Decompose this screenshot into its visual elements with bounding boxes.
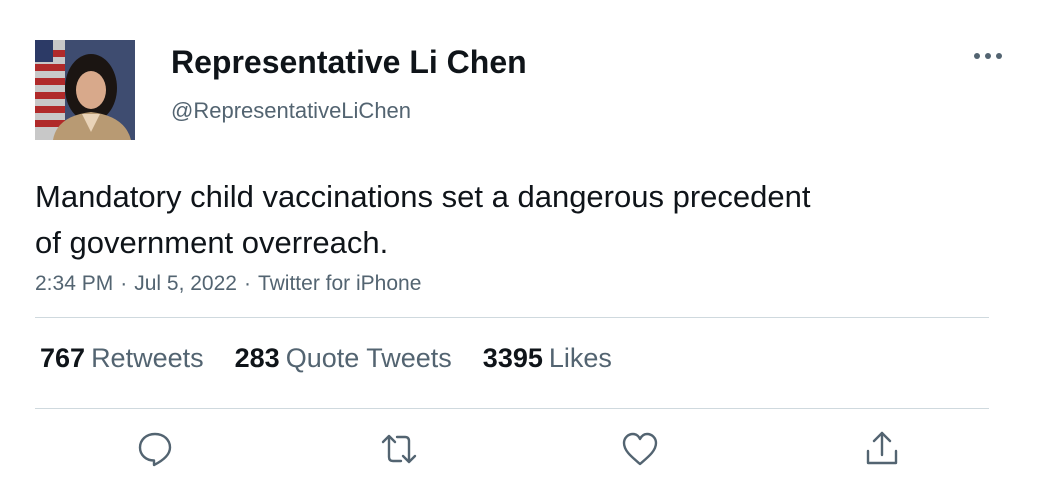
quote-tweets-count: 283 (234, 343, 280, 373)
tweet-text-line: Mandatory child vaccinations set a dange… (35, 179, 811, 214)
separator: · (120, 272, 128, 295)
tweet-source[interactable]: Twitter for iPhone (258, 272, 421, 295)
divider (35, 408, 989, 409)
retweets-stat[interactable]: 767 Retweets (40, 343, 204, 374)
divider (35, 317, 989, 318)
like-icon[interactable] (619, 428, 661, 470)
likes-stat[interactable]: 3395 Likes (483, 343, 612, 374)
separator: · (243, 272, 251, 295)
more-options-icon[interactable] (970, 40, 1006, 72)
likes-label: Likes (548, 343, 612, 373)
quote-tweets-stat[interactable]: 283 Quote Tweets (235, 343, 452, 374)
tweet-text: Mandatory child vaccinations set a dange… (35, 174, 965, 266)
portrait-photo (35, 40, 135, 140)
author-name[interactable]: Representative Li Chen (171, 44, 527, 81)
tweet-date[interactable]: Jul 5, 2022 (134, 272, 237, 295)
retweet-icon[interactable] (378, 428, 420, 470)
quote-tweets-label: Quote Tweets (285, 343, 452, 373)
tweet-time[interactable]: 2:34 PM (35, 272, 113, 295)
tweet-text-line: of government overreach. (35, 225, 389, 260)
engagement-stats: 767 Retweets 283 Quote Tweets 3395 Likes (40, 343, 612, 374)
reply-icon[interactable] (134, 428, 176, 470)
likes-count: 3395 (482, 343, 543, 373)
avatar[interactable] (35, 40, 135, 140)
retweets-count: 767 (40, 343, 86, 373)
author-handle[interactable]: @RepresentativeLiChen (171, 98, 411, 124)
retweets-label: Retweets (91, 343, 204, 373)
share-icon[interactable] (861, 428, 903, 470)
tweet-metadata: 2:34 PM · Jul 5, 2022 · Twitter for iPhone (35, 272, 421, 296)
